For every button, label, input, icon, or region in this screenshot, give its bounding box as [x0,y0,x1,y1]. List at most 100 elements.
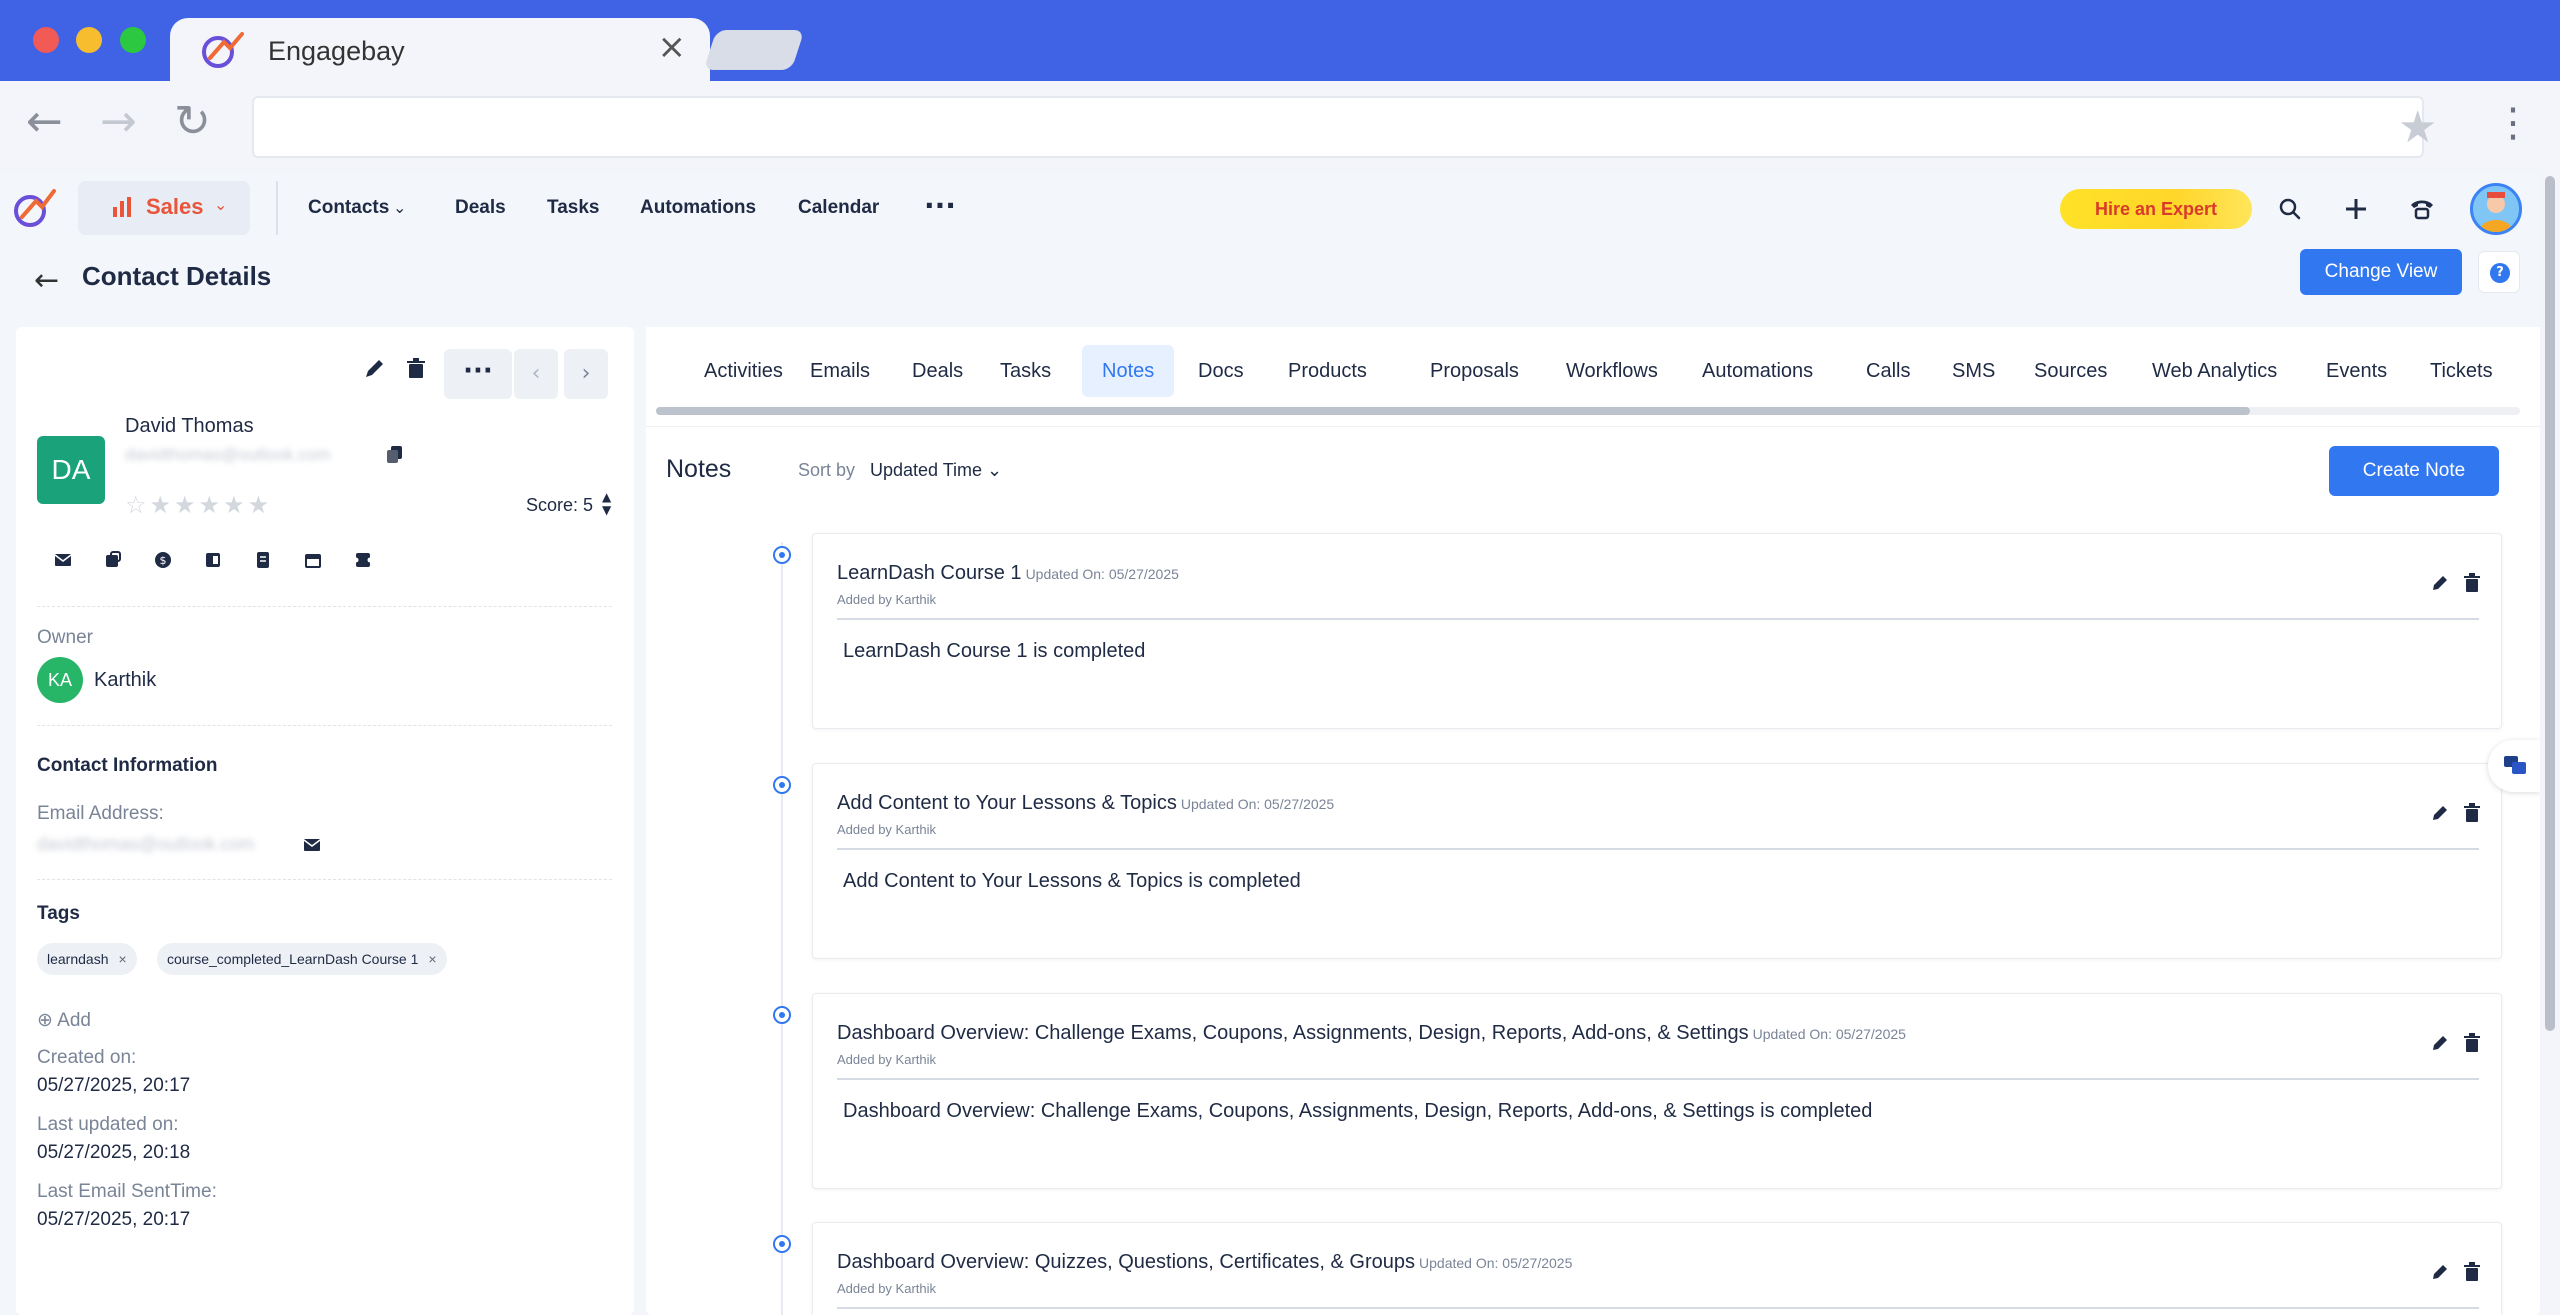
nav-contacts[interactable]: Contacts [308,197,389,219]
ticket-icon[interactable] [352,549,374,571]
tabs-scrollbar-thumb[interactable] [656,407,2250,415]
note-updated: Updated On: 05/27/2025 [1752,1026,1906,1042]
hire-expert-button[interactable]: Hire an Expert [2060,189,2252,229]
tab-events[interactable]: Events [2306,345,2407,397]
sequence-icon[interactable] [102,549,124,571]
new-tab-button[interactable] [703,30,805,70]
user-avatar-icon [2479,192,2513,232]
bookmark-star-icon[interactable]: ★ [2398,102,2437,153]
score-stepper-icon[interactable]: ▲ ▼ [602,491,611,517]
tab-proposals[interactable]: Proposals [1410,345,1539,397]
note-updated: Updated On: 05/27/2025 [1180,796,1335,812]
reload-icon[interactable]: ↻ [174,100,211,144]
page-scrollbar-thumb[interactable] [2545,176,2555,1031]
tag-chip[interactable]: learndash × [37,943,137,975]
app-logo-icon[interactable] [12,185,58,231]
owner-name[interactable]: Karthik [94,669,156,692]
tag-remove-icon[interactable]: × [119,951,127,967]
user-avatar[interactable] [2470,183,2522,235]
note-updated: Updated On: 05/27/2025 [1025,566,1179,582]
task-icon[interactable] [202,549,224,571]
browser-tab-active[interactable]: Engagebay × [170,18,710,81]
window-minimize-dot[interactable] [76,27,102,53]
forward-arrow-icon[interactable]: → [100,100,137,144]
tab-notes[interactable]: Notes [1082,345,1175,397]
nav-tasks[interactable]: Tasks [547,197,599,219]
tab-automations[interactable]: Automations [1682,345,1833,397]
tab-emails[interactable]: Emails [790,345,890,397]
edit-icon[interactable] [360,355,388,383]
tab-sources[interactable]: Sources [2014,345,2127,397]
edit-note-icon[interactable] [2429,802,2451,824]
tab-calls[interactable]: Calls [1846,345,1930,397]
star-rating[interactable]: ☆★★★★★ [125,491,272,519]
next-contact-button[interactable]: › [564,349,608,399]
note-icon[interactable] [252,549,274,571]
app-header: Sales ⌄ Contacts ⌄ Deals Tasks Automatio… [0,171,2540,247]
send-mail-icon[interactable] [302,835,322,855]
deal-dollar-icon[interactable]: $ [152,549,174,571]
help-button[interactable]: ? [2478,251,2520,293]
nav-more-icon[interactable]: ··· [924,189,956,222]
tab-products[interactable]: Products [1268,345,1387,397]
sort-dropdown[interactable]: Updated Time ⌄ [870,460,1002,481]
tab-workflows[interactable]: Workflows [1546,345,1678,397]
plus-icon[interactable] [2340,193,2372,225]
contact-info-heading: Contact Information [37,755,218,776]
calendar-icon[interactable] [302,549,324,571]
search-icon[interactable] [2274,193,2306,225]
tag-chip[interactable]: course_completed_LearnDash Course 1 × [157,943,447,975]
owner-avatar: KA [37,657,83,703]
delete-note-icon[interactable] [2461,1261,2483,1283]
phone-icon[interactable] [2406,193,2438,225]
nav-calendar[interactable]: Calendar [798,197,879,219]
change-view-button[interactable]: Change View [2300,249,2462,295]
page-subheader: ← Contact Details Change View ? [0,247,2540,315]
chevron-down-icon: ⌄ [214,195,228,214]
back-icon[interactable]: ← [34,263,59,298]
tab-tasks[interactable]: Tasks [980,345,1071,397]
edit-note-icon[interactable] [2429,1032,2451,1054]
tab-web-analytics[interactable]: Web Analytics [2132,345,2297,397]
nav-automations[interactable]: Automations [640,197,756,219]
mail-icon[interactable] [52,549,74,571]
tab-activities[interactable]: Activities [684,345,803,397]
module-switcher[interactable]: Sales ⌄ [78,181,250,235]
tab-deals[interactable]: Deals [892,345,983,397]
chat-icon [2504,756,2526,774]
edit-note-icon[interactable] [2429,572,2451,594]
url-input[interactable] [252,96,2424,158]
previous-contact-button[interactable]: ‹ [514,349,558,399]
more-actions-button[interactable]: ··· [444,349,512,399]
note-divider [837,618,2479,620]
section-divider [37,606,612,607]
email-value[interactable]: davidthomas@outlook.com [37,834,254,855]
note-title-row: LearnDash Course 1 Updated On: 05/27/2025 [837,562,1179,585]
delete-note-icon[interactable] [2461,802,2483,824]
edit-note-icon[interactable] [2429,1261,2451,1283]
tab-sms[interactable]: SMS [1932,345,2015,397]
nav-deals[interactable]: Deals [455,197,506,219]
tab-close-icon[interactable]: × [658,27,687,67]
note-title: LearnDash Course 1 [837,562,1022,584]
note-card: Dashboard Overview: Quizzes, Questions, … [812,1222,2502,1315]
tab-tickets[interactable]: Tickets [2410,345,2513,397]
create-note-button[interactable]: Create Note [2329,446,2499,496]
delete-icon[interactable] [402,355,430,383]
add-tag-button[interactable]: ⊕ Add [37,1009,91,1032]
tab-docs[interactable]: Docs [1178,345,1264,397]
delete-note-icon[interactable] [2461,572,2483,594]
engagebay-logo-icon [202,32,244,68]
browser-menu-icon[interactable]: ⋮ [2493,100,2533,146]
chevron-down-icon[interactable]: ⌄ [393,198,406,218]
created-value: 05/27/2025, 20:17 [37,1075,191,1096]
window-close-dot[interactable] [33,27,59,53]
tag-remove-icon[interactable]: × [428,951,436,967]
timeline-dot [773,1006,791,1024]
delete-note-icon[interactable] [2461,1032,2483,1054]
window-maximize-dot[interactable] [120,27,146,53]
section-divider [37,879,612,880]
back-arrow-icon[interactable]: ← [26,100,63,144]
chat-widget[interactable] [2488,740,2540,792]
copy-icon[interactable] [384,443,406,465]
